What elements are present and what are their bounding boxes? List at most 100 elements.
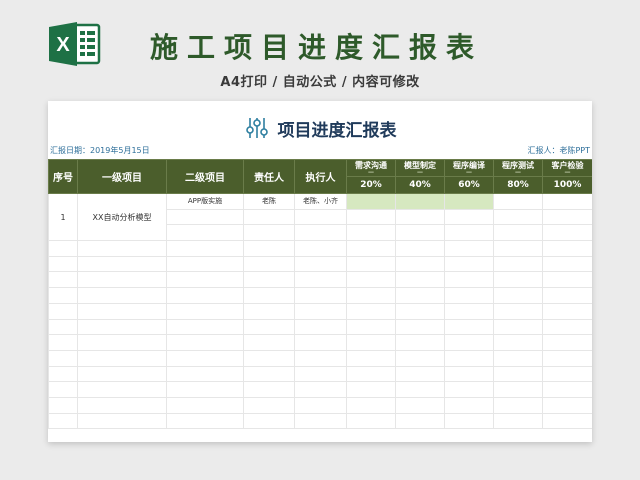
cell-owner[interactable] (243, 302, 295, 320)
cell-owner[interactable] (243, 381, 295, 398)
cell-executor[interactable]: 老陈、小齐 (294, 193, 347, 210)
cell-owner[interactable] (243, 334, 295, 351)
cell-executor[interactable] (294, 287, 347, 304)
cell-stage-progress[interactable] (346, 208, 396, 226)
cell-stage-progress[interactable] (493, 318, 543, 336)
cell-stage-progress[interactable] (493, 302, 543, 320)
cell-executor[interactable] (294, 396, 347, 414)
cell-stage-progress[interactable] (542, 271, 592, 289)
cell-seq[interactable] (77, 349, 167, 367)
cell-executor[interactable] (294, 255, 347, 273)
cell-stage-progress[interactable] (444, 287, 494, 304)
cell-owner[interactable]: 老陈 (243, 193, 295, 210)
cell-level2[interactable]: APP版实施 (166, 193, 244, 210)
cell-stage-progress[interactable] (346, 287, 396, 304)
cell-stage-progress[interactable] (444, 240, 494, 257)
cell-stage-progress[interactable] (444, 412, 494, 430)
cell-level1[interactable] (48, 302, 78, 320)
cell-owner[interactable] (243, 412, 295, 430)
cell-stage-progress[interactable] (346, 365, 396, 383)
cell-stage-progress[interactable] (493, 381, 543, 398)
cell-stage-progress[interactable] (444, 224, 494, 242)
cell-level2[interactable] (166, 365, 244, 383)
cell-stage-progress[interactable] (395, 240, 445, 257)
cell-stage-progress[interactable] (395, 396, 445, 414)
cell-level1[interactable] (48, 271, 78, 289)
cell-stage-progress[interactable] (444, 302, 494, 320)
cell-stage-progress[interactable] (542, 302, 592, 320)
cell-stage-progress[interactable] (395, 287, 445, 304)
cell-seq[interactable] (77, 318, 167, 336)
cell-executor[interactable] (294, 318, 347, 336)
cell-stage-progress[interactable] (346, 240, 396, 257)
cell-stage-progress[interactable] (395, 193, 445, 210)
cell-owner[interactable] (243, 365, 295, 383)
cell-seq[interactable] (77, 255, 167, 273)
cell-stage-progress[interactable] (395, 381, 445, 398)
cell-level2[interactable] (166, 412, 244, 430)
cell-seq[interactable] (77, 271, 167, 289)
cell-level1[interactable] (48, 318, 78, 336)
cell-stage-progress[interactable] (346, 381, 396, 398)
cell-level2[interactable] (166, 334, 244, 351)
cell-level1[interactable] (48, 255, 78, 273)
cell-seq[interactable] (77, 381, 167, 398)
cell-stage-progress[interactable] (346, 302, 396, 320)
cell-stage-progress[interactable] (542, 318, 592, 336)
cell-seq[interactable] (77, 396, 167, 414)
cell-owner[interactable] (243, 287, 295, 304)
cell-stage-progress[interactable] (395, 208, 445, 226)
cell-stage-progress[interactable] (395, 255, 445, 273)
cell-level1[interactable] (48, 334, 78, 351)
cell-level2[interactable] (166, 381, 244, 398)
cell-executor[interactable] (294, 349, 347, 367)
cell-executor[interactable] (294, 412, 347, 430)
cell-stage-progress[interactable] (493, 365, 543, 383)
cell-level1[interactable] (48, 412, 78, 430)
cell-level1[interactable]: XX自动分析模型 (77, 192, 167, 242)
cell-level2[interactable] (166, 287, 244, 304)
cell-seq[interactable] (77, 334, 167, 351)
cell-owner[interactable] (243, 224, 295, 242)
cell-stage-progress[interactable] (542, 208, 592, 226)
cell-seq[interactable]: 1 (48, 192, 78, 242)
cell-stage-progress[interactable] (444, 208, 494, 226)
cell-stage-progress[interactable] (542, 193, 592, 210)
cell-executor[interactable] (294, 224, 347, 242)
cell-seq[interactable] (77, 287, 167, 304)
cell-seq[interactable] (77, 365, 167, 383)
cell-stage-progress[interactable] (444, 381, 494, 398)
cell-stage-progress[interactable] (346, 255, 396, 273)
cell-seq[interactable] (77, 412, 167, 430)
cell-owner[interactable] (243, 255, 295, 273)
cell-stage-progress[interactable] (542, 240, 592, 257)
cell-executor[interactable] (294, 240, 347, 257)
cell-stage-progress[interactable] (346, 193, 396, 210)
cell-stage-progress[interactable] (444, 193, 494, 210)
cell-stage-progress[interactable] (395, 349, 445, 367)
cell-level2[interactable] (166, 349, 244, 367)
cell-owner[interactable] (243, 349, 295, 367)
cell-stage-progress[interactable] (444, 334, 494, 351)
cell-level1[interactable] (48, 365, 78, 383)
cell-owner[interactable] (243, 396, 295, 414)
cell-stage-progress[interactable] (542, 396, 592, 414)
cell-stage-progress[interactable] (444, 255, 494, 273)
cell-owner[interactable] (243, 240, 295, 257)
cell-seq[interactable] (77, 240, 167, 257)
cell-level2[interactable] (166, 208, 244, 226)
cell-stage-progress[interactable] (346, 349, 396, 367)
cell-stage-progress[interactable] (395, 318, 445, 336)
cell-level2[interactable] (166, 255, 244, 273)
cell-stage-progress[interactable] (493, 287, 543, 304)
cell-level2[interactable] (166, 396, 244, 414)
cell-level2[interactable] (166, 318, 244, 336)
cell-stage-progress[interactable] (346, 396, 396, 414)
cell-stage-progress[interactable] (542, 412, 592, 430)
cell-stage-progress[interactable] (542, 349, 592, 367)
cell-stage-progress[interactable] (395, 412, 445, 430)
cell-stage-progress[interactable] (542, 255, 592, 273)
cell-level1[interactable] (48, 240, 78, 257)
cell-executor[interactable] (294, 271, 347, 289)
cell-stage-progress[interactable] (346, 271, 396, 289)
